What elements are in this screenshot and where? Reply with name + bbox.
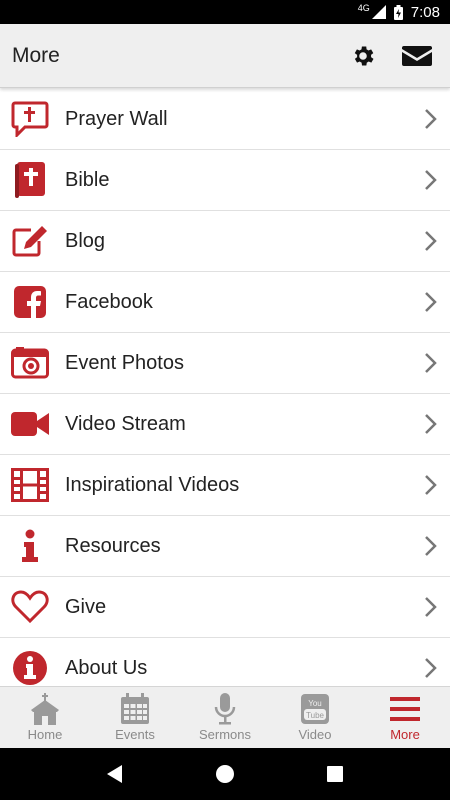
menu-item-label: Inspirational Videos xyxy=(65,473,240,496)
prayer-chat-icon xyxy=(10,99,50,139)
settings-button[interactable] xyxy=(338,31,388,81)
menu-item-label: Video Stream xyxy=(65,412,186,435)
microphone-icon xyxy=(209,693,241,725)
tab-home[interactable]: Home xyxy=(0,687,90,748)
bible-icon xyxy=(10,160,50,200)
chevron-right-icon xyxy=(425,597,437,617)
menu-item-inspirational-videos[interactable]: Inspirational Videos xyxy=(0,455,450,516)
recents-button[interactable] xyxy=(315,754,355,794)
chevron-right-icon xyxy=(425,353,437,373)
back-button[interactable] xyxy=(95,754,135,794)
menu-item-event-photos[interactable]: Event Photos xyxy=(0,333,450,394)
messages-button[interactable] xyxy=(392,31,442,81)
menu-item-give[interactable]: Give xyxy=(0,577,450,638)
tab-sermons[interactable]: Sermons xyxy=(180,687,270,748)
menu-item-label: Facebook xyxy=(65,290,153,313)
church-icon xyxy=(29,693,61,725)
tab-events[interactable]: Events xyxy=(90,687,180,748)
menu-item-label: Blog xyxy=(65,229,106,252)
menu-item-prayer-wall[interactable]: Prayer Wall xyxy=(0,89,450,150)
tab-label: Video xyxy=(298,727,332,742)
menu-item-facebook[interactable]: Facebook xyxy=(0,272,450,333)
menu-list: Prayer Wall Bible Blog Facebook Event Ph… xyxy=(0,89,450,686)
menu-item-label: Give xyxy=(65,595,107,618)
menu-item-about-us[interactable]: About Us xyxy=(0,638,450,686)
youtube-icon: You Tube xyxy=(299,693,331,725)
back-triangle-icon xyxy=(107,765,122,783)
chevron-right-icon xyxy=(425,109,437,129)
heart-icon xyxy=(10,587,50,627)
video-camera-icon xyxy=(10,404,50,444)
menu-item-label: Prayer Wall xyxy=(65,107,168,130)
menu-item-label: Resources xyxy=(65,534,161,557)
film-icon xyxy=(10,465,50,505)
info-circle-icon xyxy=(10,648,50,686)
tab-label: More xyxy=(390,727,420,742)
tab-more[interactable]: More xyxy=(360,687,450,748)
tab-label: Sermons xyxy=(198,727,252,742)
tab-label: Home xyxy=(27,727,63,742)
network-type: 4G xyxy=(357,3,370,13)
chevron-right-icon xyxy=(425,414,437,434)
menu-item-label: About Us xyxy=(65,656,148,679)
system-nav-bar xyxy=(0,748,450,800)
clock: 7:08 xyxy=(410,3,440,21)
tab-video[interactable]: You Tube Video xyxy=(270,687,360,748)
calendar-icon xyxy=(119,693,151,725)
menu-item-bible[interactable]: Bible xyxy=(0,150,450,211)
app-bar: More xyxy=(0,24,450,88)
chevron-right-icon xyxy=(425,231,437,251)
battery-icon xyxy=(393,4,403,20)
home-button[interactable] xyxy=(205,754,245,794)
menu-item-resources[interactable]: Resources xyxy=(0,516,450,577)
chevron-right-icon xyxy=(425,536,437,556)
signal-icon xyxy=(371,5,386,19)
menu-item-video-stream[interactable]: Video Stream xyxy=(0,394,450,455)
bottom-nav: Home Events Sermons You Tube Video More xyxy=(0,686,450,748)
page-title: More xyxy=(12,43,60,67)
mail-icon xyxy=(402,45,432,66)
tab-label: Events xyxy=(115,727,155,742)
menu-item-blog[interactable]: Blog xyxy=(0,211,450,272)
svg-text:Tube: Tube xyxy=(306,711,324,720)
status-bar: 4G 7:08 xyxy=(0,0,450,24)
chevron-right-icon xyxy=(425,292,437,312)
facebook-icon xyxy=(10,282,50,322)
chevron-right-icon xyxy=(425,170,437,190)
camera-icon xyxy=(10,343,50,383)
home-circle-icon xyxy=(216,765,234,783)
info-letter-icon xyxy=(10,526,50,566)
edit-icon xyxy=(10,221,50,261)
menu-item-label: Bible xyxy=(65,168,110,191)
recents-square-icon xyxy=(327,766,343,782)
gear-icon xyxy=(354,45,374,66)
chevron-right-icon xyxy=(425,658,437,678)
svg-text:You: You xyxy=(308,699,322,708)
menu-item-label: Event Photos xyxy=(65,351,184,374)
chevron-right-icon xyxy=(425,475,437,495)
menu-icon xyxy=(389,693,421,725)
